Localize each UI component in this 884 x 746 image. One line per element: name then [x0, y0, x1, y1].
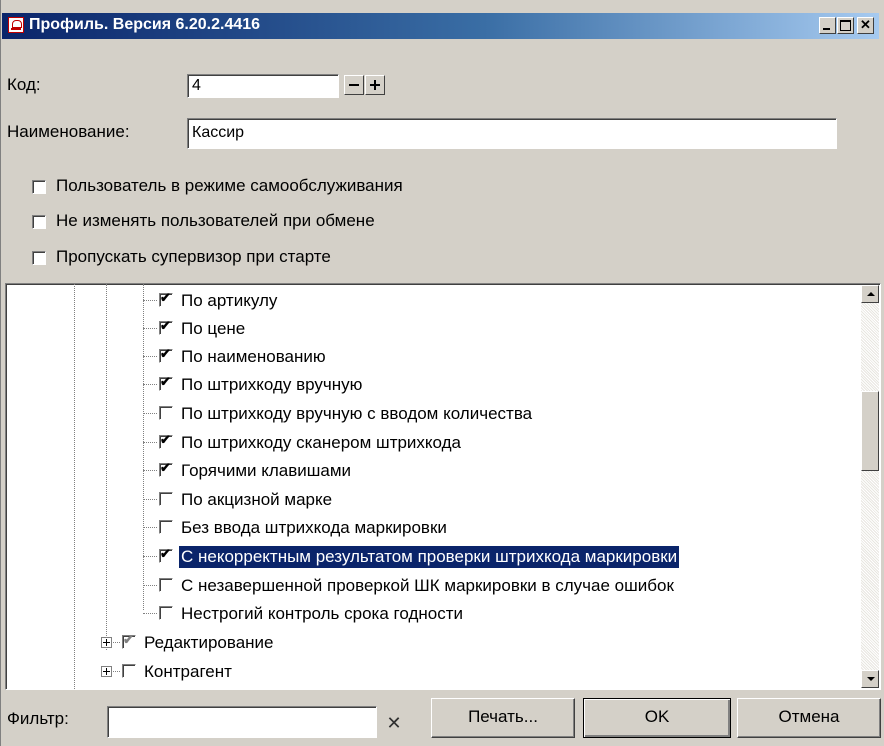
- tree-item-label: Без ввода штрихкода маркировки: [181, 518, 447, 537]
- option-no-exchange-change-checkbox[interactable]: [32, 215, 46, 229]
- tree-item-checkbox[interactable]: [159, 460, 173, 477]
- tree-scrollbar[interactable]: [861, 285, 879, 688]
- tree-item-checkbox[interactable]: [159, 318, 173, 335]
- option-skip-supervisor-label: Пропускать супервизор при старте: [56, 247, 331, 266]
- scroll-down-button[interactable]: [861, 670, 879, 688]
- tree-group-counterparty-checkbox[interactable]: [122, 664, 136, 678]
- profile-app-icon: [8, 17, 24, 33]
- tree-item-checkbox[interactable]: [159, 346, 173, 363]
- print-button[interactable]: Печать...: [431, 698, 575, 738]
- code-field[interactable]: 4: [187, 74, 339, 98]
- minimize-button[interactable]: [819, 17, 836, 34]
- arrow-up-icon: [867, 292, 875, 296]
- minus-icon: [349, 84, 359, 86]
- tree-item-checkbox[interactable]: [159, 290, 173, 307]
- arrow-down-icon: [867, 677, 875, 681]
- tree-item-label: По цене: [181, 319, 246, 338]
- expand-icon[interactable]: [101, 666, 112, 677]
- title-bar[interactable]: Профиль. Версия 6.20.2.4416 ✕: [2, 13, 879, 39]
- window-title: Профиль. Версия 6.20.2.4416: [29, 16, 261, 33]
- scroll-thumb[interactable]: [861, 391, 879, 471]
- ok-button[interactable]: OK: [583, 698, 731, 738]
- option-skip-supervisor-checkbox[interactable]: [32, 251, 46, 265]
- filter-input[interactable]: [107, 706, 377, 738]
- option-self-service-label: Пользователь в режиме самообслуживания: [56, 176, 403, 195]
- tree-item-label: По акцизной марке: [181, 490, 333, 509]
- tree-item-checkbox[interactable]: [159, 432, 173, 449]
- tree-item-checkbox[interactable]: [159, 578, 173, 592]
- tree-item-checkbox[interactable]: [159, 606, 173, 620]
- tree-item-checkbox[interactable]: [159, 406, 173, 420]
- decrement-button[interactable]: [344, 75, 364, 95]
- expand-icon[interactable]: [101, 637, 112, 648]
- tree-item-checkbox[interactable]: [159, 520, 173, 534]
- option-no-exchange-change-label: Не изменять пользователей при обмене: [56, 211, 375, 230]
- tree-item-label: По штрихкоду вручную с вводом количества: [181, 404, 533, 423]
- tree-item-label: С незавершенной проверкой ШК маркировки …: [181, 576, 674, 595]
- tree-item-label: По наименованию: [181, 347, 326, 366]
- tree-item-checkbox[interactable]: [159, 492, 173, 506]
- tree-item-checkbox[interactable]: [159, 546, 173, 563]
- tree-item-label: По штрихкоду сканером штрихкода: [181, 433, 462, 452]
- permissions-tree[interactable]: По артикулу По цене По наименованию По ш…: [5, 283, 881, 690]
- cancel-button[interactable]: Отмена: [737, 698, 881, 738]
- maximize-button[interactable]: [837, 17, 854, 34]
- name-field[interactable]: Кассир: [187, 118, 837, 149]
- name-label: Наименование:: [7, 122, 130, 141]
- tree-group-editing-label: Редактирование: [144, 633, 274, 652]
- tree-item-label: Нестрогий контроль срока годности: [181, 604, 463, 623]
- filter-label: Фильтр:: [7, 709, 69, 728]
- clear-filter-icon[interactable]: ✕: [379, 708, 409, 738]
- tree-item-label: Горячими клавишами: [181, 461, 352, 480]
- tree-item-label: По артикулу: [181, 291, 278, 310]
- scroll-up-button[interactable]: [861, 285, 879, 303]
- tree-item-label: С некорректным результатом проверки штри…: [179, 546, 680, 568]
- tree-group-counterparty-label: Контрагент: [144, 662, 232, 681]
- tree-item-label: По штрихкоду вручную: [181, 375, 363, 394]
- close-button[interactable]: ✕: [857, 17, 874, 34]
- tree-group-editing-checkbox[interactable]: [122, 632, 136, 649]
- tree-item-checkbox[interactable]: [159, 374, 173, 391]
- code-label: Код:: [7, 75, 41, 94]
- profile-window: Профиль. Версия 6.20.2.4416 ✕ Код: 4 Наи…: [0, 0, 884, 746]
- option-self-service-checkbox[interactable]: [32, 180, 46, 194]
- increment-button[interactable]: [365, 75, 385, 95]
